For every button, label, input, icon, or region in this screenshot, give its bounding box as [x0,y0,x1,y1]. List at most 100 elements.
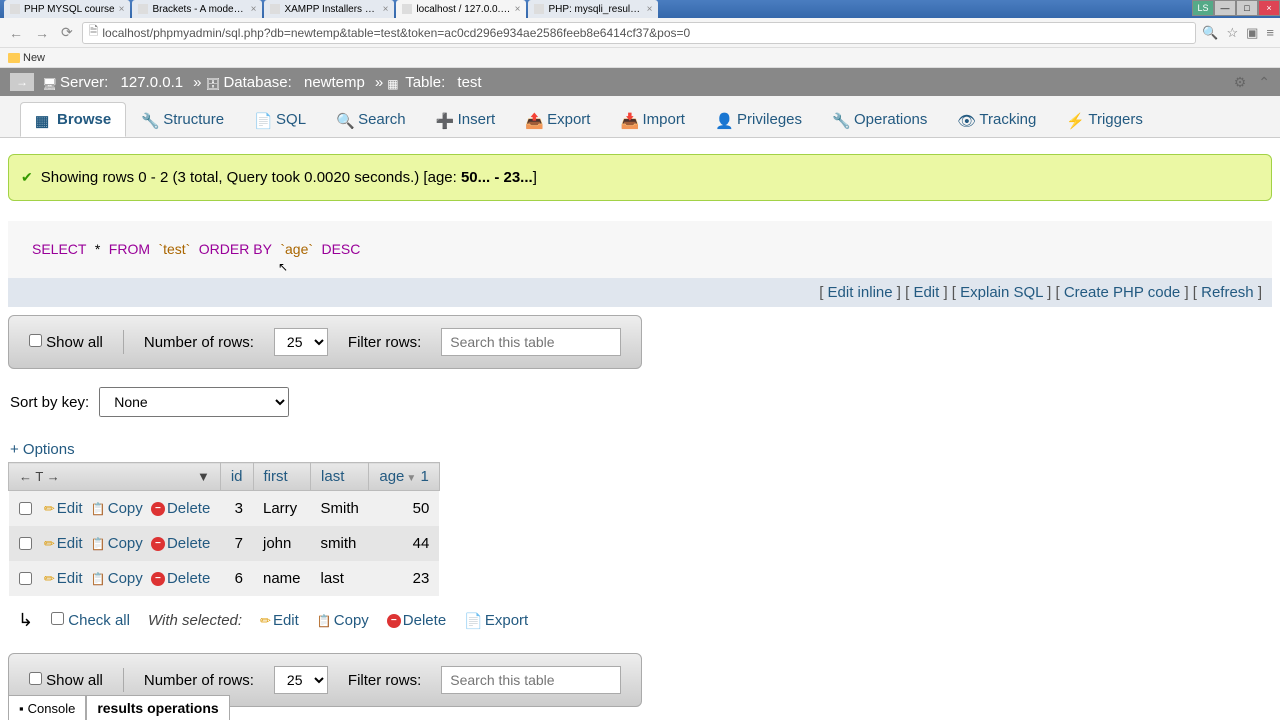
breadcrumb: → Server: 127.0.0.1 » Database: newtemp … [0,68,1280,96]
breadcrumb-database[interactable]: Database: newtemp [205,74,364,91]
star-icon[interactable]: ☆ [1226,25,1238,41]
edit-icon [44,570,55,587]
server-icon [42,75,56,89]
settings-icon[interactable]: ⚙ [1234,74,1247,91]
breadcrumb-server[interactable]: Server: 127.0.0.1 [42,74,183,91]
row-edit-link[interactable]: Edit [44,535,83,552]
tab-insert[interactable]: ➕Insert [421,102,511,137]
with-selected-label: With selected: [148,612,242,629]
column-header-first[interactable]: first [253,463,311,491]
curve-arrow-icon: ↳ [18,610,33,631]
cell-age: 23 [369,561,439,596]
insert-icon: ➕ [436,112,452,128]
tab-tracking[interactable]: 👁Tracking [942,102,1051,137]
row-delete-link[interactable]: −Delete [151,500,210,517]
cell-id: 7 [220,526,253,561]
address-bar[interactable]: 🗎 localhost/phpmyadmin/sql.php?db=newtem… [82,22,1197,44]
edit-inline-link[interactable]: Edit inline [828,284,893,301]
explain-sql-link[interactable]: Explain SQL [960,284,1043,301]
zoom-icon[interactable]: 🔍 [1202,25,1218,41]
forward-button[interactable]: → [32,25,52,41]
breadcrumb-table[interactable]: Table: test [387,74,481,91]
query-action-links: [ Edit inline ] [ Edit ] [ Explain SQL ]… [8,278,1272,307]
menu-icon[interactable]: ≡ [1266,25,1274,41]
window-maximize-button[interactable]: □ [1236,0,1258,16]
filter-rows-input[interactable] [441,328,621,356]
num-rows-select[interactable]: 25 [274,328,328,356]
cell-first: Larry [253,491,311,527]
row-checkbox[interactable] [19,537,32,550]
edit-icon [44,535,55,552]
row-copy-link[interactable]: Copy [91,570,143,587]
extension-icon[interactable]: ▣ [1246,25,1258,41]
column-header-last[interactable]: last [311,463,369,491]
cell-id: 3 [220,491,253,527]
tab-triggers[interactable]: ⚡Triggers [1051,102,1157,137]
browser-tab[interactable]: PHP: mysqli_result::fetch_a× [528,0,658,18]
window-close-button[interactable]: × [1258,0,1280,16]
tab-close-icon[interactable]: × [515,4,521,15]
filter-rows-label: Filter rows: [348,334,421,351]
tab-export[interactable]: 📤Export [510,102,605,137]
tab-close-icon[interactable]: × [383,4,389,15]
row-edit-link[interactable]: Edit [44,570,83,587]
edit-link[interactable]: Edit [913,284,939,301]
column-header-id[interactable]: id [220,463,253,491]
create-php-link[interactable]: Create PHP code [1064,284,1180,301]
reload-button[interactable]: ⟳ [58,24,76,41]
bulk-export-link[interactable]: 📄Export [464,612,528,630]
num-rows-select-bottom[interactable]: 25 [274,666,328,694]
bulk-edit-link[interactable]: Edit [260,612,299,629]
sort-by-key-label: Sort by key: [10,394,89,411]
tab-sql[interactable]: 📄SQL [239,102,321,137]
back-button[interactable]: ← [6,25,26,41]
results-operations-tab[interactable]: results operations [86,695,229,720]
row-checkbox[interactable] [19,502,32,515]
window-minimize-button[interactable]: — [1214,0,1236,16]
page-icon: 🗎 [89,22,99,43]
row-delete-link[interactable]: −Delete [151,535,210,552]
row-copy-link[interactable]: Copy [91,535,143,552]
window-ls-button[interactable]: LS [1192,0,1214,16]
show-all-checkbox[interactable] [29,334,42,347]
operations-icon: 🔧 [832,112,848,128]
collapse-icon[interactable]: ⌃ [1258,74,1270,91]
row-edit-link[interactable]: Edit [44,500,83,517]
row-header-controls: ← T → ▼ [9,463,221,491]
row-delete-link[interactable]: −Delete [151,570,210,587]
page-tabs: ▦Browse 🔧Structure 📄SQL 🔍Search ➕Insert … [0,96,1280,138]
tab-privileges[interactable]: 👤Privileges [700,102,817,137]
check-all-checkbox[interactable] [51,612,64,625]
tab-close-icon[interactable]: × [647,4,653,15]
tab-import[interactable]: 📥Import [605,102,700,137]
tab-search[interactable]: 🔍Search [321,102,421,137]
bulk-delete-link[interactable]: −Delete [387,612,446,629]
tab-close-icon[interactable]: × [251,4,257,15]
refresh-link[interactable]: Refresh [1201,284,1254,301]
browser-tab-active[interactable]: localhost / 127.0.0.1 / newt× [396,0,526,18]
results-table: ← T → ▼ id first last age▼ 1 Edit Copy −… [8,462,440,596]
row-copy-link[interactable]: Copy [91,500,143,517]
tab-close-icon[interactable]: × [119,4,125,15]
tab-browse[interactable]: ▦Browse [20,102,126,137]
console-tab[interactable]: ▪Console [8,695,86,720]
browser-tab[interactable]: PHP MYSQL course× [4,0,130,18]
options-toggle-link[interactable]: + Options [8,441,75,458]
check-icon: ✔ [21,169,33,186]
console-bar: ▪Console results operations [8,695,230,720]
show-all-checkbox-bottom[interactable] [29,672,42,685]
tab-structure[interactable]: 🔧Structure [126,102,239,137]
sort-by-key-select[interactable]: None [99,387,289,417]
column-header-age[interactable]: age▼ 1 [369,463,439,491]
filter-rows-input-bottom[interactable] [441,666,621,694]
panel-toggle[interactable]: → [10,73,34,91]
row-checkbox[interactable] [19,572,32,585]
browser-tab[interactable]: XAMPP Installers and Downl× [264,0,394,18]
bookmark-folder[interactable]: New [8,52,45,64]
browser-tab[interactable]: Brackets - A modern, open s× [132,0,262,18]
tab-operations[interactable]: 🔧Operations [817,102,942,137]
cell-first: name [253,561,311,596]
copy-icon [317,612,332,629]
delete-icon: − [151,572,165,586]
bulk-copy-link[interactable]: Copy [317,612,369,629]
